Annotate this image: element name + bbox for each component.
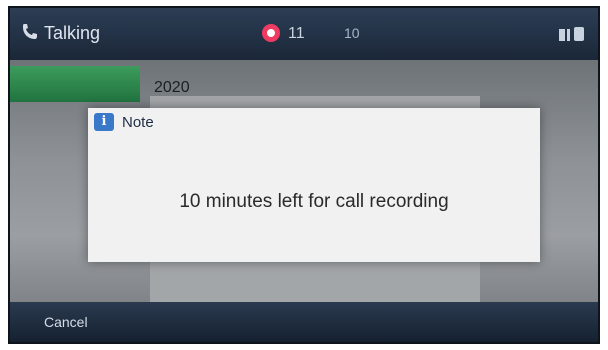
network-status-icon: [559, 27, 584, 41]
line-key-tab[interactable]: [10, 66, 140, 102]
contact-number: 2020: [154, 79, 190, 96]
recording-timer: 11: [288, 25, 305, 42]
dialog-message: 10 minutes left for call recording: [179, 191, 449, 212]
cancel-softkey[interactable]: Cancel: [44, 314, 88, 330]
phone-handset-icon: [23, 24, 37, 39]
dialog-title: Note: [122, 114, 154, 131]
dialog-header: i Note: [88, 108, 540, 136]
softkey-bar: Cancel: [10, 302, 598, 342]
call-status-title: Talking: [44, 23, 101, 43]
call-duration: 10: [344, 25, 360, 41]
recording-icon: [262, 24, 280, 42]
info-icon: i: [94, 113, 114, 131]
status-bar: Talking 11 10: [10, 8, 598, 60]
phone-screen: Talking 11 10 2020 i Note 10 minutes lef…: [8, 6, 600, 344]
note-dialog: i Note 10 minutes left for call recordin…: [88, 108, 540, 262]
